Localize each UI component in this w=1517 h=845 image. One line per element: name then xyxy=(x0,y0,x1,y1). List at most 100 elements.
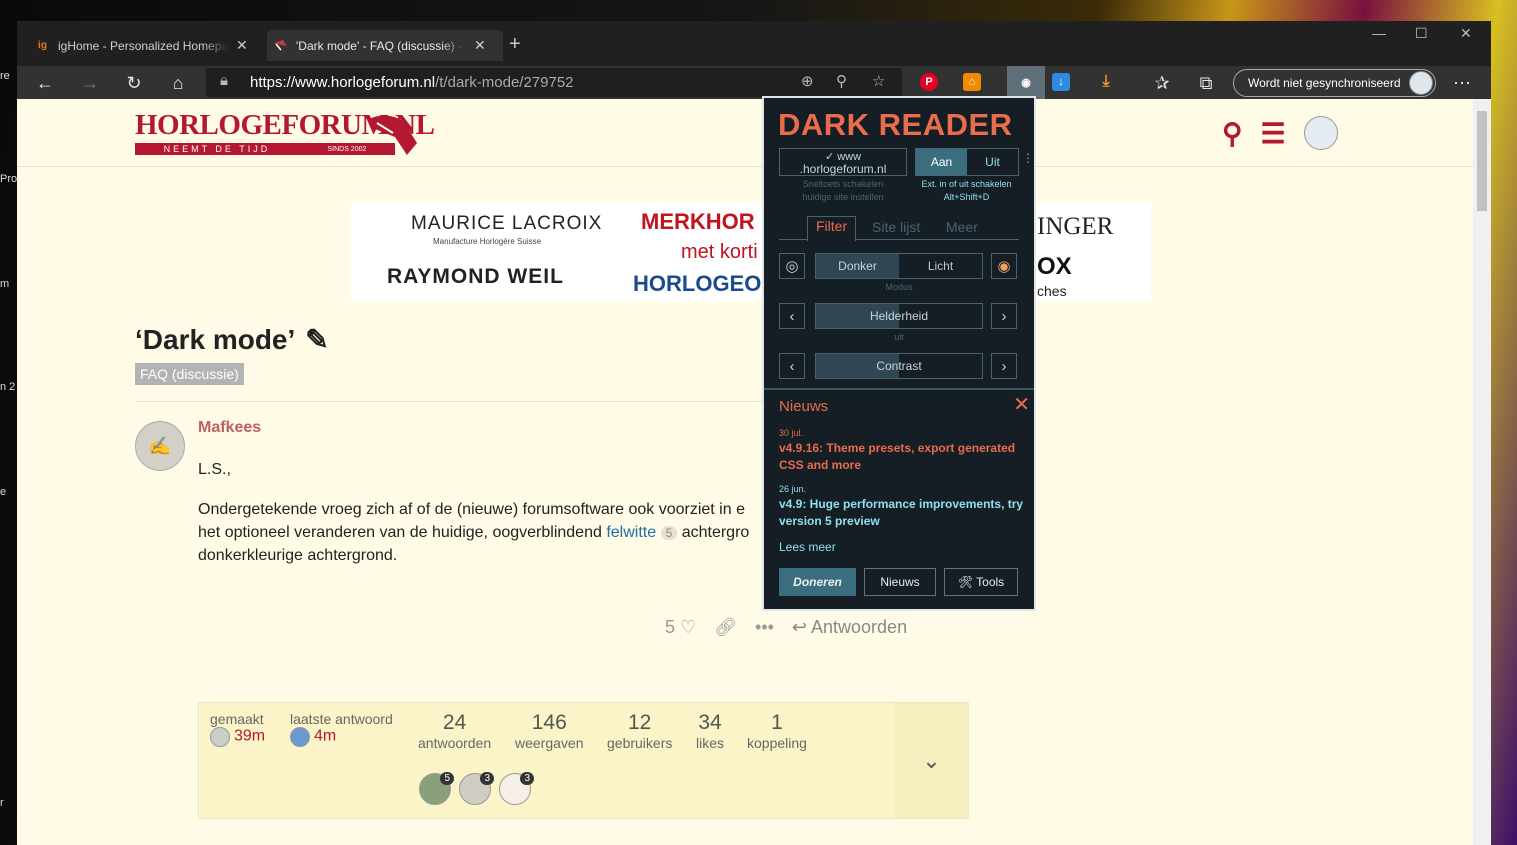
tab-site-list[interactable]: Site lijst xyxy=(872,219,920,235)
scrollbar-thumb[interactable] xyxy=(1477,111,1487,211)
felwitte-link[interactable]: felwitte xyxy=(606,524,656,541)
author-avatar[interactable]: ✍ xyxy=(135,421,185,471)
search-icon[interactable]: ⚲ xyxy=(1222,117,1243,150)
toggle-on[interactable]: Aan xyxy=(916,149,967,175)
share-link-icon[interactable]: 🔗︎ xyxy=(714,617,737,638)
topic-stats: gemaakt 39m laatste antwoord 4m 24 antwoo… xyxy=(198,702,969,819)
shortcut-hint-site[interactable]: Sneltoets schakelen huidige site instelle… xyxy=(779,178,907,204)
participant-avatar[interactable]: 3 xyxy=(499,772,534,805)
minimize-icon[interactable]: — xyxy=(1372,25,1386,41)
dark-reader-title: DARK READER xyxy=(778,107,1013,142)
new-tab-icon[interactable]: + xyxy=(509,33,521,56)
add-app-icon[interactable]: ⊕ xyxy=(801,72,814,90)
post-author[interactable]: Mafkees xyxy=(198,419,261,437)
read-more-link[interactable]: Lees meer xyxy=(779,540,836,554)
like-button[interactable]: 5 ♡ xyxy=(665,617,696,638)
mode-label: Modus xyxy=(885,282,913,292)
light-mode-glasses-icon[interactable]: ◉ xyxy=(991,253,1017,279)
toggle-off[interactable]: Uit xyxy=(967,149,1018,175)
dark-reader-popup: DARK READER ✓ www .horlogeforum.nl Aan Ui… xyxy=(762,96,1036,611)
downloads-icon[interactable]: ⤓ xyxy=(1097,73,1115,91)
desktop-label[interactable]: r xyxy=(0,797,17,809)
site-logo[interactable]: HORLOGEFORUM.NL NEEMT DE TIJD SINDS 2002 xyxy=(135,109,435,157)
contrast-decrease-chevron-left-icon[interactable]: ‹ xyxy=(779,353,805,379)
header-icons: ⚲ ☰ xyxy=(1222,116,1338,150)
desktop-label[interactable]: Pro xyxy=(0,173,17,185)
shortcut-hint-extension[interactable]: Ext. in of uit schakelen Alt+Shift+D xyxy=(909,178,1024,204)
back-icon[interactable]: ← xyxy=(31,69,59,97)
shopping-extension-icon[interactable]: ⌂ xyxy=(963,73,981,91)
favorites-list-icon[interactable]: ✰ xyxy=(1148,69,1176,97)
dark-mode-glasses-icon[interactable]: ◎ xyxy=(779,253,805,279)
news-item-link[interactable]: v4.9.16: Theme presets, export generated… xyxy=(779,440,1024,474)
favorite-star-icon[interactable]: ☆ xyxy=(872,72,885,90)
zoom-icon[interactable]: ⚲ xyxy=(836,72,847,90)
browser-window: ig igHome - Personalized Homepage ✕ 'Dar… xyxy=(17,21,1491,845)
dark-reader-tabs: Filter Site lijst Meer xyxy=(779,216,1019,241)
brightness-value: uit xyxy=(894,332,904,342)
mode-dark[interactable]: Donker xyxy=(816,254,899,278)
contrast-increase-chevron-right-icon[interactable]: › xyxy=(991,353,1017,379)
brightness-increase-chevron-right-icon[interactable]: › xyxy=(991,303,1017,329)
participant-avatar[interactable]: 3 xyxy=(459,772,494,805)
post-line-3: donkerkleurige achtergrond. xyxy=(198,547,398,564)
post-actions: 5 ♡ 🔗︎ ••• ↩ Antwoorden xyxy=(665,617,907,638)
site-toggle-button[interactable]: ✓ www .horlogeforum.nl xyxy=(779,148,907,176)
created-stat[interactable]: gemaakt 39m xyxy=(210,711,265,747)
maximize-icon[interactable]: ☐ xyxy=(1415,25,1428,42)
close-tab-icon[interactable]: ✕ xyxy=(236,37,248,54)
desktop-label[interactable]: n 2 xyxy=(0,381,17,393)
address-bar[interactable]: 🔒︎ https://www.horlogeforum.nl/t/dark-mo… xyxy=(206,68,902,97)
brightness-slider[interactable]: Helderheid xyxy=(815,303,983,329)
last-replier-avatar xyxy=(290,727,310,747)
user-avatar[interactable] xyxy=(1303,116,1338,150)
ighome-favicon-icon: ig xyxy=(35,38,50,53)
edit-pencil-icon[interactable]: ✎ xyxy=(305,323,328,356)
donate-button[interactable]: Doneren xyxy=(779,568,856,596)
stat-replies: 24 antwoorden xyxy=(418,711,492,751)
news-close-icon[interactable]: ✕ xyxy=(1013,392,1030,417)
forum-bird-favicon-icon xyxy=(273,38,288,53)
tab-title: igHome - Personalized Homepage xyxy=(58,38,228,53)
contrast-slider[interactable]: Contrast xyxy=(815,353,983,379)
desktop-label[interactable]: e xyxy=(0,486,17,498)
reply-button[interactable]: ↩ Antwoorden xyxy=(792,617,907,638)
news-item-link[interactable]: v4.9: Huge performance improvements, try… xyxy=(779,496,1024,530)
logo-tagline-bar: NEEMT DE TIJD SINDS 2002 xyxy=(135,143,395,155)
vertical-dots-icon[interactable]: ⋮ xyxy=(1022,151,1034,165)
extension-on-off-toggle[interactable]: Aan Uit xyxy=(915,148,1019,176)
brightness-decrease-chevron-left-icon[interactable]: ‹ xyxy=(779,303,805,329)
stat-links[interactable]: 1 koppeling xyxy=(747,711,807,751)
refresh-icon[interactable]: ↻ xyxy=(120,69,148,97)
tab-filter[interactable]: Filter xyxy=(807,216,857,241)
sync-profile-button[interactable]: Wordt niet gesynchroniseerd xyxy=(1233,69,1436,97)
tab-dark-mode[interactable]: 'Dark mode' - FAQ (discussie) - Horlogef… xyxy=(267,30,503,61)
window-close-icon[interactable]: ✕ xyxy=(1460,25,1472,42)
tab-more[interactable]: Meer xyxy=(946,219,978,235)
desktop-label[interactable]: m xyxy=(0,278,17,290)
download-helper-icon[interactable]: ↓ xyxy=(1052,73,1070,91)
collections-icon[interactable]: ⧉ xyxy=(1192,69,1220,97)
mode-light[interactable]: Licht xyxy=(899,254,982,278)
more-actions-icon[interactable]: ••• xyxy=(755,617,774,638)
more-menu-icon[interactable]: ⋯ xyxy=(1448,69,1476,97)
home-icon[interactable]: ⌂ xyxy=(164,69,192,97)
participant-avatar[interactable]: 5 xyxy=(419,772,454,805)
close-tab-icon[interactable]: ✕ xyxy=(474,37,486,54)
expand-chevron-down-icon[interactable]: ⌄ xyxy=(894,703,969,818)
category-badge[interactable]: FAQ (discussie) xyxy=(135,363,244,385)
lock-icon[interactable]: 🔒︎ xyxy=(220,72,228,89)
desktop-label[interactable]: re xyxy=(0,70,17,82)
pinterest-extension-icon[interactable]: P xyxy=(920,73,938,91)
last-reply-stat[interactable]: laatste antwoord 4m xyxy=(290,711,393,747)
tab-ighome[interactable]: ig igHome - Personalized Homepage ✕ xyxy=(29,30,265,61)
forward-icon[interactable]: → xyxy=(76,69,104,97)
tab-bar: ig igHome - Personalized Homepage ✕ 'Dar… xyxy=(17,21,1491,66)
page-scrollbar[interactable] xyxy=(1473,99,1491,845)
news-date: 26 jun. xyxy=(779,484,807,494)
hamburger-menu-icon[interactable]: ☰ xyxy=(1261,117,1286,150)
url-text: https://www.horlogeforum.nl/t/dark-mode/… xyxy=(250,74,574,91)
tools-button[interactable]: 🛠 Tools xyxy=(944,568,1018,596)
news-button[interactable]: Nieuws xyxy=(864,568,936,596)
dark-reader-extension-icon[interactable]: ◉ xyxy=(1007,66,1045,99)
